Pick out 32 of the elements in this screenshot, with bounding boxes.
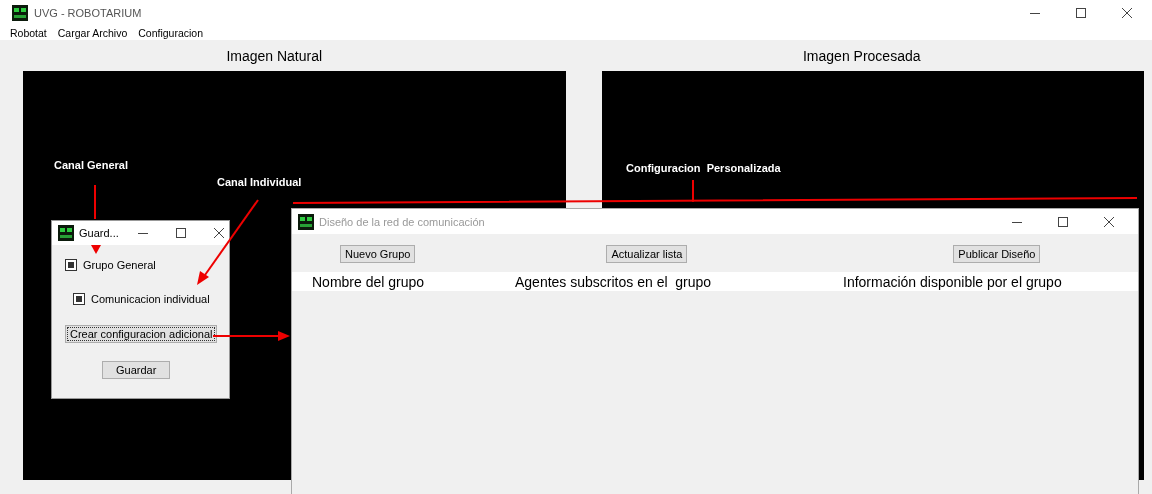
save-button[interactable]: Guardar bbox=[102, 361, 171, 379]
new-group-button[interactable]: Nuevo Grupo bbox=[340, 244, 416, 263]
menu-item[interactable]: Cargar Archivo bbox=[57, 27, 128, 39]
column-header: Agentes subscritos en el grupo bbox=[515, 273, 712, 290]
annotation-label: Canal Individual bbox=[217, 176, 302, 188]
column-header: Información disponible por el grupo bbox=[843, 273, 1062, 290]
maximize-icon[interactable] bbox=[175, 228, 186, 238]
close-icon[interactable] bbox=[1122, 8, 1132, 18]
window-title: Diseño de la red de comunicación bbox=[319, 215, 486, 228]
checkbox[interactable] bbox=[65, 259, 77, 271]
annotation-label: Canal General bbox=[54, 159, 128, 171]
maximize-icon[interactable] bbox=[1076, 8, 1086, 18]
column-header: Nombre del grupo bbox=[312, 273, 425, 290]
panel-title: Imagen Natural bbox=[226, 47, 323, 64]
publish-design-button[interactable]: Publicar Diseño bbox=[953, 244, 1041, 263]
window-title: UVG - ROBOTARIUM bbox=[34, 7, 143, 19]
app-logo-icon bbox=[298, 213, 314, 230]
annotation-label: Configuracion Personalizada bbox=[626, 162, 781, 174]
checkbox-label: Grupo General bbox=[83, 259, 156, 271]
window-title: Guard... bbox=[79, 227, 119, 239]
checkbox[interactable] bbox=[73, 293, 85, 305]
app-logo-icon bbox=[58, 225, 74, 241]
menu-item[interactable]: Configuracion bbox=[138, 27, 204, 39]
checkbox-label: Comunicacion individual bbox=[91, 293, 210, 305]
app-logo-icon bbox=[12, 5, 28, 21]
close-icon[interactable] bbox=[213, 228, 224, 238]
create-config-button[interactable]: Crear configuracion adicional bbox=[65, 325, 218, 343]
menu-item[interactable]: Robotat bbox=[10, 27, 47, 39]
close-icon[interactable] bbox=[1104, 216, 1114, 227]
maximize-icon[interactable] bbox=[1058, 216, 1068, 227]
refresh-list-button[interactable]: Actualizar lista bbox=[606, 244, 688, 263]
panel-title: Imagen Procesada bbox=[803, 47, 921, 64]
